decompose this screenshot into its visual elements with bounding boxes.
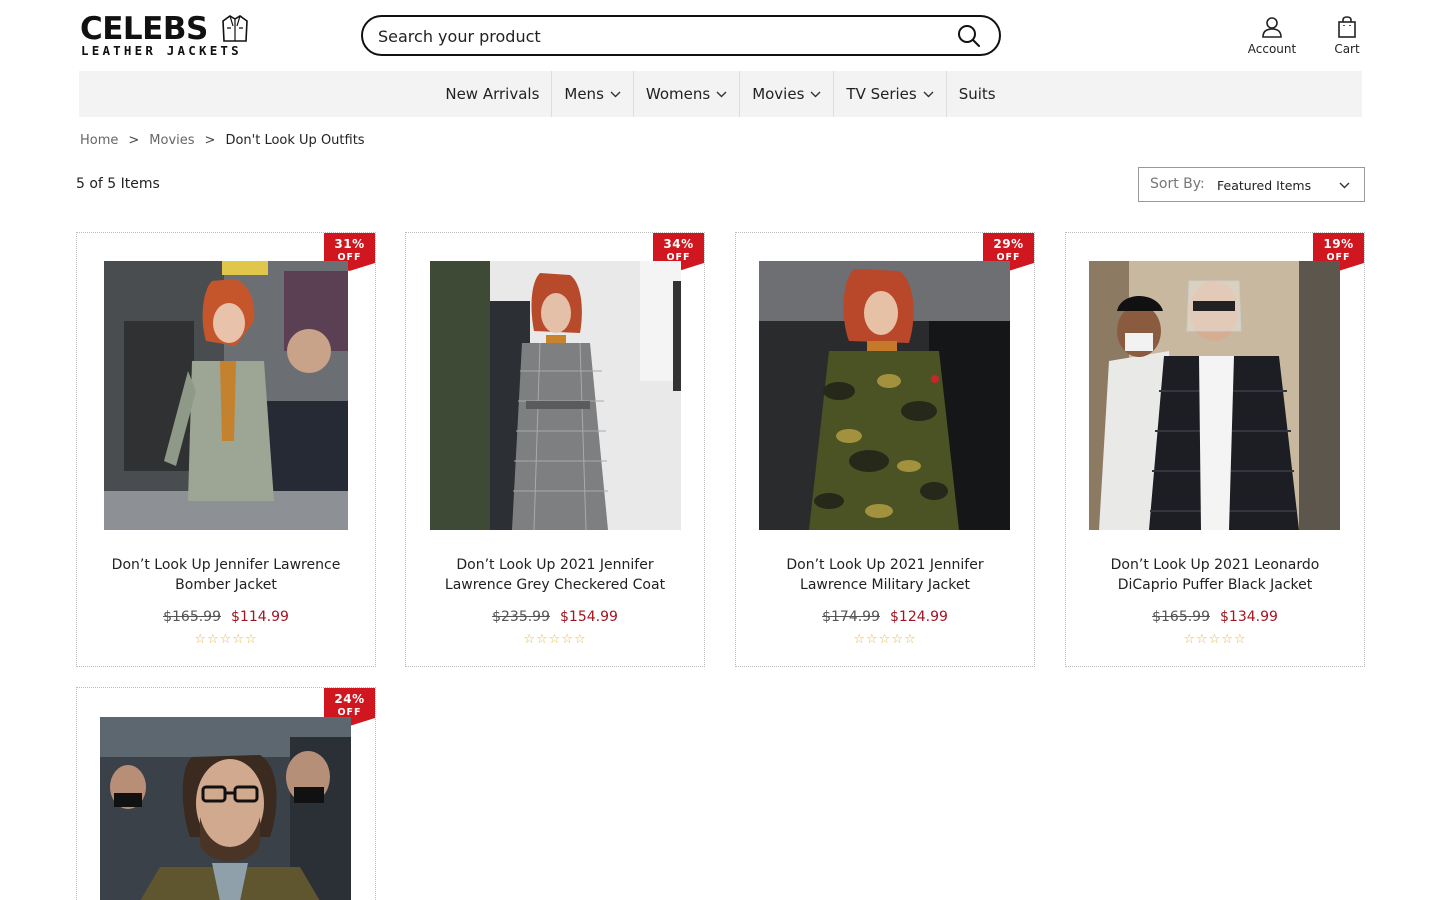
breadcrumb: Home > Movies > Don't Look Up Outfits — [80, 133, 365, 148]
product-card[interactable]: 34% OFF Don’t Look Up 2021 Jennifer Lawr… — [405, 232, 705, 667]
nav-item-suits[interactable]: Suits — [947, 71, 1008, 117]
discount-percent: 31% — [334, 237, 365, 251]
product-card[interactable]: 19% OFF Don’t Look Up 2021 Leonardo DiCa… — [1065, 232, 1365, 667]
product-title[interactable]: Don’t Look Up 2021 Leonardo DiCaprio Puf… — [1086, 555, 1344, 595]
discount-percent: 19% — [1323, 237, 1354, 251]
product-price: $174.99 $124.99 — [736, 609, 1034, 625]
logo-tagline: LEATHER JACKETS — [81, 43, 242, 58]
breadcrumb-separator: > — [204, 133, 216, 148]
jacket-logo-icon — [222, 15, 248, 42]
account-button[interactable]: Account — [1240, 16, 1304, 56]
rating-stars: ☆☆☆☆☆ — [523, 632, 587, 647]
cart-button[interactable]: Cart — [1327, 16, 1367, 56]
breadcrumb-home[interactable]: Home — [80, 133, 118, 148]
chevron-down-icon — [923, 91, 934, 97]
sale-price: $154.99 — [560, 609, 618, 625]
main-nav: New Arrivals Mens Womens Movies TV Serie… — [79, 71, 1362, 117]
sort-value: Featured Items — [1217, 178, 1312, 193]
discount-percent: 24% — [334, 692, 365, 706]
product-price: $165.99 $134.99 — [1066, 609, 1364, 625]
product-image[interactable] — [104, 261, 348, 530]
product-price: $235.99 $154.99 — [406, 609, 704, 625]
nav-label: New Arrivals — [445, 85, 540, 103]
nav-item-movies[interactable]: Movies — [740, 71, 835, 117]
nav-label: Mens — [564, 85, 604, 103]
product-card[interactable]: 31% OFF Don’t Look Up Jennifer Lawrence … — [76, 232, 376, 667]
original-price: $165.99 — [1152, 609, 1210, 625]
user-icon — [1262, 17, 1282, 38]
site-header: CELEBS LEATHER JACKETS Account Cart — [0, 0, 1440, 70]
chevron-down-icon — [716, 91, 727, 97]
sort-label: Sort By: — [1150, 176, 1205, 192]
shopping-bag-icon — [1338, 16, 1356, 38]
nav-item-new-arrivals[interactable]: New Arrivals — [433, 71, 553, 117]
search-input[interactable] — [378, 25, 938, 47]
item-count: 5 of 5 Items — [76, 176, 160, 192]
sale-price: $134.99 — [1220, 609, 1278, 625]
product-title[interactable]: Don’t Look Up Jennifer Lawrence Bomber J… — [97, 555, 355, 595]
nav-item-womens[interactable]: Womens — [634, 71, 741, 117]
nav-item-mens[interactable]: Mens — [552, 71, 634, 117]
nav-label: Movies — [752, 85, 805, 103]
breadcrumb-movies[interactable]: Movies — [149, 133, 194, 148]
product-title[interactable]: Don’t Look Up 2021 Jennifer Lawrence Gre… — [426, 555, 684, 595]
chevron-down-icon — [610, 91, 621, 97]
discount-percent: 29% — [993, 237, 1024, 251]
chevron-down-icon — [810, 91, 821, 97]
sale-price: $124.99 — [890, 609, 948, 625]
rating-stars: ☆☆☆☆☆ — [194, 632, 258, 647]
site-logo[interactable]: CELEBS LEATHER JACKETS — [80, 12, 250, 60]
logo-wordmark: CELEBS — [80, 11, 208, 47]
product-title[interactable]: Don’t Look Up 2021 Jennifer Lawrence Mil… — [756, 555, 1014, 595]
search-icon[interactable] — [957, 24, 981, 48]
product-card[interactable]: 24% OFF — [76, 687, 376, 900]
sale-price: $114.99 — [231, 609, 289, 625]
product-image[interactable] — [430, 261, 681, 530]
nav-label: TV Series — [846, 85, 917, 103]
nav-label: Womens — [645, 85, 711, 103]
chevron-down-icon — [1339, 182, 1350, 189]
original-price: $235.99 — [492, 609, 550, 625]
breadcrumb-separator: > — [128, 133, 140, 148]
cart-label: Cart — [1334, 42, 1360, 56]
sort-by-select[interactable]: Sort By: Featured Items — [1138, 167, 1365, 202]
product-image[interactable] — [1089, 261, 1340, 530]
original-price: $165.99 — [163, 609, 221, 625]
nav-item-tv-series[interactable]: TV Series — [834, 71, 947, 117]
breadcrumb-current: Don't Look Up Outfits — [225, 133, 365, 148]
product-image[interactable] — [100, 717, 351, 900]
nav-label: Suits — [958, 85, 996, 103]
product-price: $165.99 $114.99 — [77, 609, 375, 625]
product-image[interactable] — [759, 261, 1010, 530]
original-price: $174.99 — [822, 609, 880, 625]
account-label: Account — [1247, 42, 1297, 56]
rating-stars: ☆☆☆☆☆ — [1183, 632, 1247, 647]
rating-stars: ☆☆☆☆☆ — [853, 632, 917, 647]
search-bar — [361, 15, 1001, 56]
discount-percent: 34% — [663, 237, 694, 251]
product-card[interactable]: 29% OFF Don’t Look Up 2021 Jennifer Lawr… — [735, 232, 1035, 667]
